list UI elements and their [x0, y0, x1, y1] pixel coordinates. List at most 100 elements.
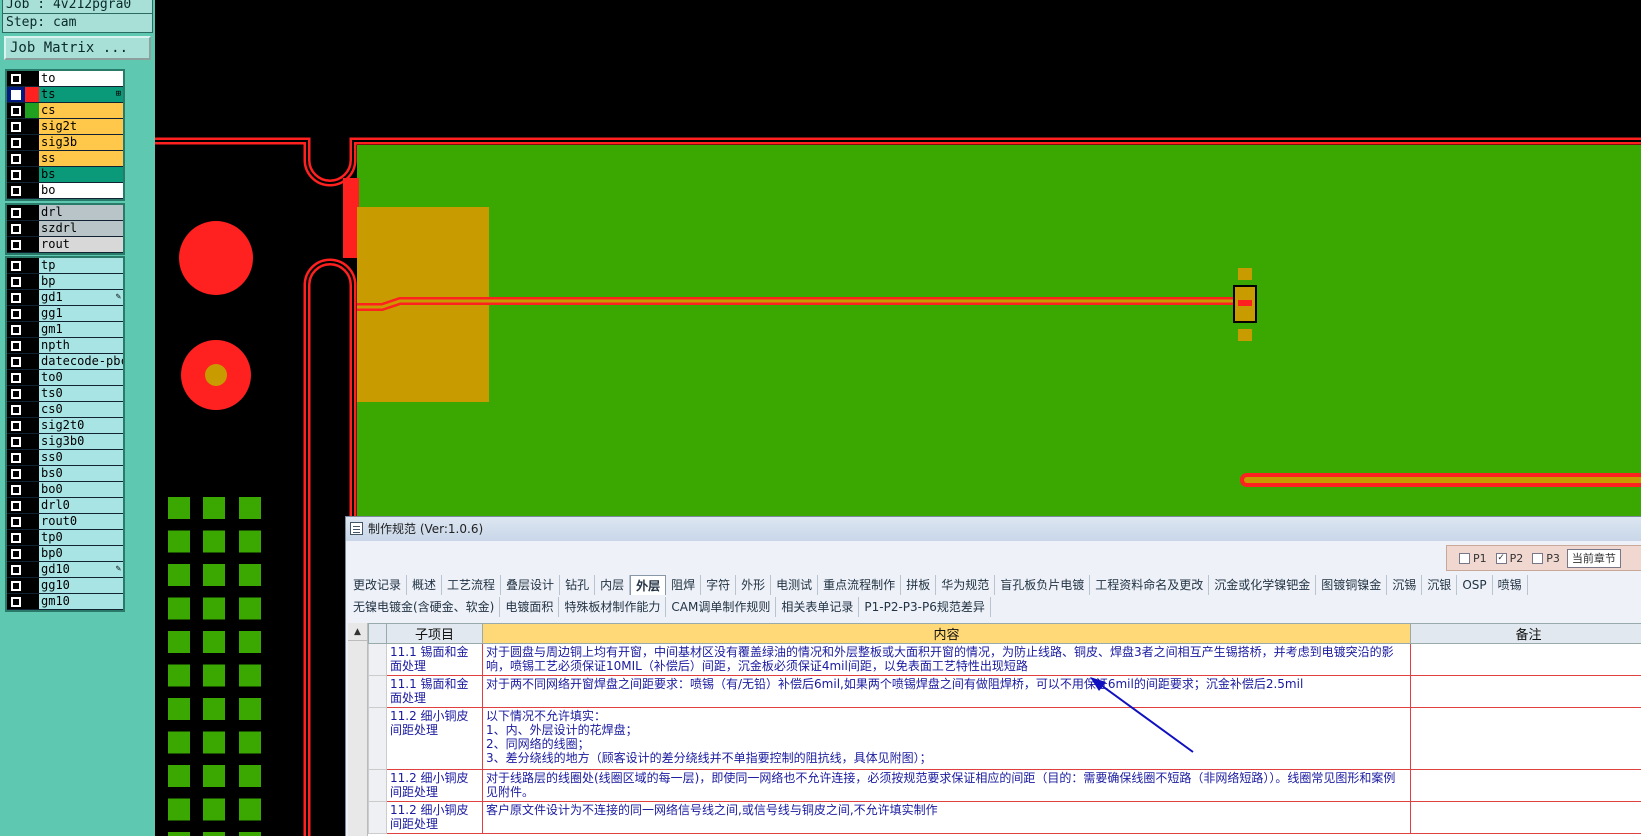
- layer-name[interactable]: bp: [39, 274, 123, 289]
- cell-note[interactable]: [1410, 769, 1641, 802]
- table-row[interactable]: 11.1 锡面和金面处理 对于两不同网络开窗焊盘之间距要求：喷锡（有/无铅）补偿后…: [368, 675, 1641, 708]
- cell-sub[interactable]: 11.1 锡面和金面处理: [386, 643, 483, 676]
- layer-color-swatch[interactable]: [25, 237, 39, 252]
- layer-row-tp[interactable]: tp: [7, 258, 123, 274]
- layer-color-swatch[interactable]: [25, 578, 39, 593]
- col-content[interactable]: 内容: [482, 623, 1411, 644]
- tab-10[interactable]: 电测试: [771, 575, 819, 595]
- layer-name[interactable]: sig2t0: [39, 418, 123, 433]
- layer-row-gd10[interactable]: gd10 ✎: [7, 562, 123, 578]
- select-all-cell[interactable]: [368, 623, 387, 644]
- tab-6[interactable]: 外层: [630, 575, 667, 595]
- layer-checkbox[interactable]: [7, 402, 25, 417]
- tab-0[interactable]: 无镍电镀金(含硬金、软金): [348, 597, 501, 617]
- layer-row-ss0[interactable]: ss0: [7, 450, 123, 466]
- layer-row-sig2t0[interactable]: sig2t0: [7, 418, 123, 434]
- layer-row-szdrl[interactable]: szdrl: [7, 221, 123, 237]
- layer-row-bp[interactable]: bp: [7, 274, 123, 290]
- tab-3[interactable]: CAM调单制作规则: [666, 597, 777, 617]
- layer-name[interactable]: gd10 ✎: [39, 562, 123, 577]
- dialog-titlebar[interactable]: 制作规范 (Ver:1.0.6): [346, 517, 1641, 541]
- layer-checkbox[interactable]: [7, 594, 25, 609]
- layer-checkbox[interactable]: [7, 290, 25, 305]
- tab-4[interactable]: 相关表单记录: [776, 597, 860, 617]
- layer-row-tp0[interactable]: tp0: [7, 530, 123, 546]
- tab-14[interactable]: 盲孔板负片电镀: [995, 575, 1091, 595]
- layer-checkbox[interactable]: [7, 167, 25, 182]
- layer-color-swatch[interactable]: [25, 221, 39, 236]
- layer-color-swatch[interactable]: [25, 306, 39, 321]
- layer-color-swatch[interactable]: [25, 354, 39, 369]
- tab-18[interactable]: 沉锡: [1387, 575, 1423, 595]
- layer-row-rout[interactable]: rout: [7, 237, 123, 253]
- layer-color-swatch[interactable]: [25, 402, 39, 417]
- row-header[interactable]: [368, 643, 387, 676]
- row-header[interactable]: [368, 675, 387, 708]
- layer-row-bp0[interactable]: bp0: [7, 546, 123, 562]
- tab-11[interactable]: 重点流程制作: [818, 575, 902, 595]
- layer-name[interactable]: ts0: [39, 386, 123, 401]
- layer-checkbox[interactable]: [7, 205, 25, 220]
- layer-color-swatch[interactable]: [25, 594, 39, 609]
- layer-row-rout0[interactable]: rout0: [7, 514, 123, 530]
- layer-checkbox[interactable]: [7, 562, 25, 577]
- layer-name[interactable]: ts ⊞: [39, 87, 123, 102]
- layer-color-swatch[interactable]: [25, 418, 39, 433]
- layer-color-swatch[interactable]: [25, 466, 39, 481]
- tab-19[interactable]: 沉银: [1422, 575, 1458, 595]
- layer-color-swatch[interactable]: [25, 546, 39, 561]
- tab-7[interactable]: 阻焊: [666, 575, 702, 595]
- layer-name[interactable]: tp0: [39, 530, 123, 545]
- layer-checkbox[interactable]: [7, 274, 25, 289]
- layer-color-swatch[interactable]: [25, 205, 39, 220]
- layer-row-sig3b0[interactable]: sig3b0: [7, 434, 123, 450]
- layer-name[interactable]: to0: [39, 370, 123, 385]
- row-header[interactable]: [368, 769, 387, 802]
- tab-5[interactable]: 内层: [595, 575, 631, 595]
- layer-row-sig2t[interactable]: sig2t: [7, 119, 123, 135]
- layer-checkbox[interactable]: [7, 183, 25, 198]
- layer-name[interactable]: gm1: [39, 322, 123, 337]
- layer-color-swatch[interactable]: [25, 562, 39, 577]
- layer-row-to[interactable]: to: [7, 71, 123, 87]
- layer-row-to0[interactable]: to0: [7, 370, 123, 386]
- layer-row-gg10[interactable]: gg10: [7, 578, 123, 594]
- layer-checkbox[interactable]: [7, 338, 25, 353]
- layer-name[interactable]: drl0: [39, 498, 123, 513]
- tab-4[interactable]: 钻孔: [560, 575, 596, 595]
- layer-name[interactable]: bo: [39, 183, 123, 198]
- layer-color-swatch[interactable]: [25, 370, 39, 385]
- tab-15[interactable]: 工程资料命名及更改: [1090, 575, 1210, 595]
- layer-color-swatch[interactable]: [25, 71, 39, 86]
- layer-row-drl0[interactable]: drl0: [7, 498, 123, 514]
- cell-content[interactable]: 对于圆盘与周边铜上均有开窗，中间基材区没有覆盖绿油的情况和外层整板或大面积开窗的…: [482, 643, 1411, 676]
- layer-color-swatch[interactable]: [25, 119, 39, 134]
- tab-12[interactable]: 拼板: [901, 575, 937, 595]
- page-checkbox-p1[interactable]: [1459, 552, 1470, 564]
- table-row[interactable]: 11.2 细小铜皮间距处理 客户原文件设计为不连接的同一网络信号线之间,或信号线与…: [368, 801, 1641, 834]
- cell-note[interactable]: [1410, 801, 1641, 834]
- cell-note[interactable]: [1410, 675, 1641, 708]
- layer-checkbox[interactable]: [7, 135, 25, 150]
- layer-checkbox[interactable]: [7, 386, 25, 401]
- layer-name[interactable]: bp0: [39, 546, 123, 561]
- layer-name[interactable]: drl: [39, 205, 123, 220]
- layer-name[interactable]: szdrl: [39, 221, 123, 236]
- page-checkbox-p3[interactable]: [1532, 552, 1544, 564]
- layer-name[interactable]: gm10: [39, 594, 123, 609]
- layer-row-gm1[interactable]: gm1: [7, 322, 123, 338]
- layer-checkbox[interactable]: [7, 530, 25, 545]
- cell-content[interactable]: 对于两不同网络开窗焊盘之间距要求：喷锡（有/无铅）补偿后6mil,如果两个喷锡焊…: [482, 675, 1411, 708]
- layer-name[interactable]: cs0: [39, 402, 123, 417]
- layer-row-sig3b[interactable]: sig3b: [7, 135, 123, 151]
- layer-row-datecode-pbc[interactable]: datecode-pbc: [7, 354, 123, 370]
- layer-color-swatch[interactable]: [25, 151, 39, 166]
- col-note[interactable]: 备注: [1410, 623, 1641, 644]
- layer-checkbox[interactable]: [7, 546, 25, 561]
- layer-name[interactable]: npth: [39, 338, 123, 353]
- layer-checkbox[interactable]: [7, 306, 25, 321]
- cell-sub[interactable]: 11.2 细小铜皮间距处理: [386, 707, 483, 770]
- cell-note[interactable]: [1410, 707, 1641, 770]
- layer-name[interactable]: datecode-pbc: [39, 354, 123, 369]
- layer-color-swatch[interactable]: [25, 434, 39, 449]
